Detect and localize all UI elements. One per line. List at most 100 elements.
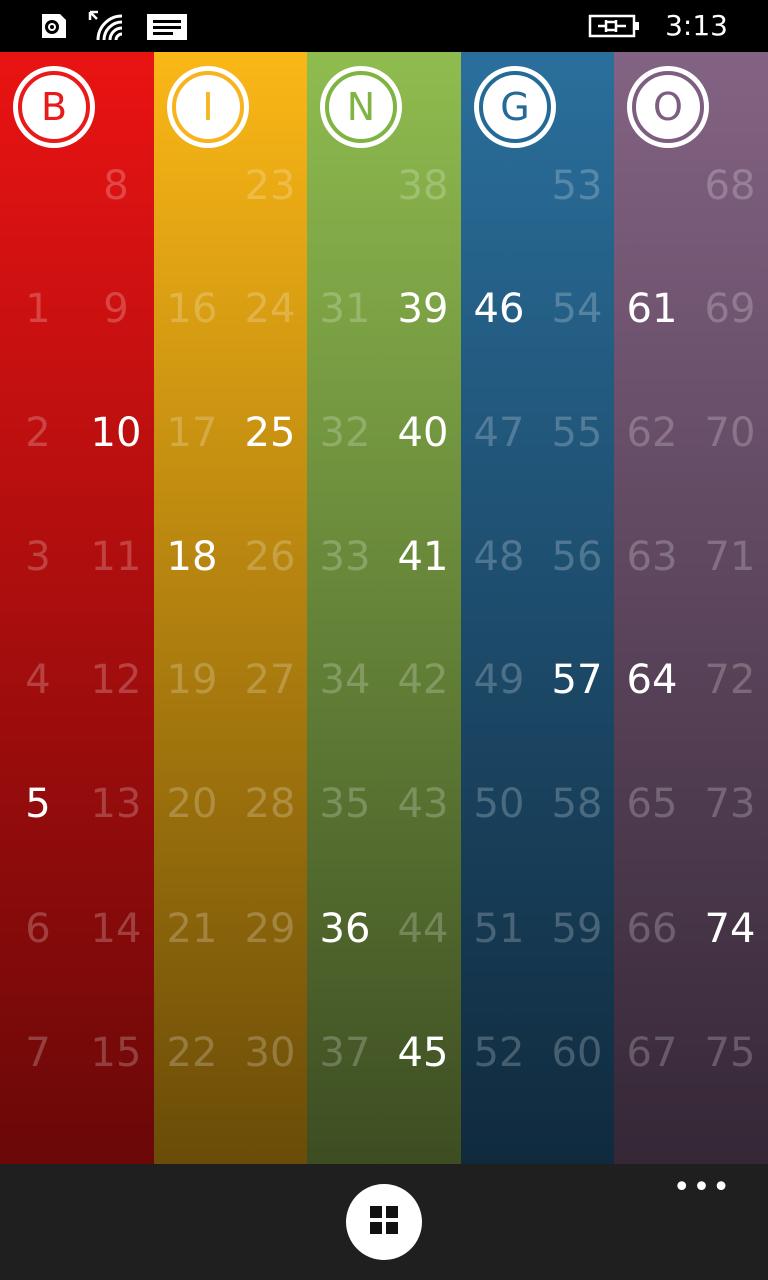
bingo-number: 50 <box>473 781 525 827</box>
bingo-number: 40 <box>397 410 449 456</box>
bingo-number: 43 <box>397 781 449 827</box>
message-icon <box>145 10 189 46</box>
bingo-number: 68 <box>704 163 756 209</box>
bingo-number: 33 <box>319 534 371 580</box>
bingo-number: 16 <box>166 286 218 332</box>
bingo-number: 26 <box>244 534 296 580</box>
bingo-number: 47 <box>473 410 525 456</box>
bingo-board: B 1 2 3 4 5 6 7 8 9 10 11 12 13 14 15 I 16 17 18 19 20 21 22… <box>0 52 768 1164</box>
column-header-g[interactable]: G <box>474 66 556 148</box>
bingo-number: 62 <box>626 410 678 456</box>
bingo-number: 29 <box>244 906 296 952</box>
bingo-number: 42 <box>397 657 449 703</box>
bingo-number: 34 <box>319 657 371 703</box>
bingo-number: 31 <box>319 286 371 332</box>
column-header-b[interactable]: B <box>13 66 95 148</box>
bingo-number: 20 <box>166 781 218 827</box>
bingo-number: 65 <box>626 781 678 827</box>
bingo-number: 22 <box>166 1030 218 1076</box>
bingo-number: 12 <box>90 657 142 703</box>
bingo-number: 39 <box>397 286 449 332</box>
column-letter: N <box>346 85 376 129</box>
battery-charging-icon <box>588 10 642 46</box>
bingo-number: 23 <box>244 163 296 209</box>
bingo-number: 3 <box>25 534 51 580</box>
column-letter: G <box>500 85 530 129</box>
more-button[interactable]: ••• <box>673 1173 732 1203</box>
bingo-number: 55 <box>551 410 603 456</box>
bingo-number: 6 <box>25 906 51 952</box>
bingo-number: 63 <box>626 534 678 580</box>
bingo-number: 70 <box>704 410 756 456</box>
bingo-number: 69 <box>704 286 756 332</box>
bingo-number: 38 <box>397 163 449 209</box>
bingo-number: 64 <box>626 657 678 703</box>
bingo-number: 52 <box>473 1030 525 1076</box>
bingo-number: 72 <box>704 657 756 703</box>
bingo-number: 24 <box>244 286 296 332</box>
bingo-number: 49 <box>473 657 525 703</box>
bingo-number: 17 <box>166 410 218 456</box>
column-g: G 46 47 48 49 50 51 52 53 54 55 56 57 58 59 60 <box>461 52 615 1164</box>
bingo-number: 4 <box>25 657 51 703</box>
sim-icon <box>38 10 70 46</box>
bingo-number: 71 <box>704 534 756 580</box>
bingo-number: 7 <box>25 1030 51 1076</box>
bingo-number: 32 <box>319 410 371 456</box>
bingo-number: 53 <box>551 163 603 209</box>
bingo-number: 58 <box>551 781 603 827</box>
bingo-number: 9 <box>103 286 129 332</box>
bingo-number: 36 <box>319 906 371 952</box>
bingo-number: 61 <box>626 286 678 332</box>
status-bar: 3:13 <box>0 0 768 52</box>
column-letter: B <box>40 85 68 129</box>
bingo-number: 13 <box>90 781 142 827</box>
column-header-n[interactable]: N <box>320 66 402 148</box>
bingo-number: 11 <box>90 534 142 580</box>
column-letter: I <box>202 85 214 129</box>
bingo-number: 10 <box>90 410 142 456</box>
bingo-number: 67 <box>626 1030 678 1076</box>
grid-button[interactable] <box>346 1184 422 1260</box>
bingo-number: 19 <box>166 657 218 703</box>
bingo-number: 2 <box>25 410 51 456</box>
bingo-number: 66 <box>626 906 678 952</box>
bingo-number: 18 <box>166 534 218 580</box>
app-bar: ••• <box>0 1164 768 1280</box>
bingo-number: 35 <box>319 781 371 827</box>
bingo-number: 37 <box>319 1030 371 1076</box>
bingo-number: 27 <box>244 657 296 703</box>
column-b: B 1 2 3 4 5 6 7 8 9 10 11 12 13 14 15 <box>0 52 154 1164</box>
bingo-number: 46 <box>473 286 525 332</box>
wifi-icon <box>88 10 128 46</box>
bingo-number: 59 <box>551 906 603 952</box>
bingo-number: 1 <box>25 286 51 332</box>
bingo-number: 48 <box>473 534 525 580</box>
bingo-number: 56 <box>551 534 603 580</box>
bingo-number: 41 <box>397 534 449 580</box>
column-o: O 61 62 63 64 65 66 67 68 69 70 71 72 73 74 75 <box>614 52 768 1164</box>
bingo-number: 45 <box>397 1030 449 1076</box>
bingo-number: 75 <box>704 1030 756 1076</box>
bingo-number: 25 <box>244 410 296 456</box>
clock: 3:13 <box>665 9 728 42</box>
column-i: I 16 17 18 19 20 21 22 23 24 25 26 27 28 29 30 <box>154 52 308 1164</box>
column-header-o[interactable]: O <box>627 66 709 148</box>
bingo-number: 73 <box>704 781 756 827</box>
bingo-number: 15 <box>90 1030 142 1076</box>
bingo-number: 5 <box>25 781 51 827</box>
bingo-number: 44 <box>397 906 449 952</box>
bingo-number: 74 <box>704 906 756 952</box>
bingo-number: 21 <box>166 906 218 952</box>
bingo-number: 14 <box>90 906 142 952</box>
bingo-number: 30 <box>244 1030 296 1076</box>
column-letter: O <box>653 85 683 129</box>
grid-icon <box>369 1205 399 1239</box>
bingo-number: 57 <box>551 657 603 703</box>
bingo-number: 28 <box>244 781 296 827</box>
bingo-number: 60 <box>551 1030 603 1076</box>
column-header-i[interactable]: I <box>167 66 249 148</box>
bingo-number: 8 <box>103 163 129 209</box>
bingo-number: 54 <box>551 286 603 332</box>
bingo-number: 51 <box>473 906 525 952</box>
